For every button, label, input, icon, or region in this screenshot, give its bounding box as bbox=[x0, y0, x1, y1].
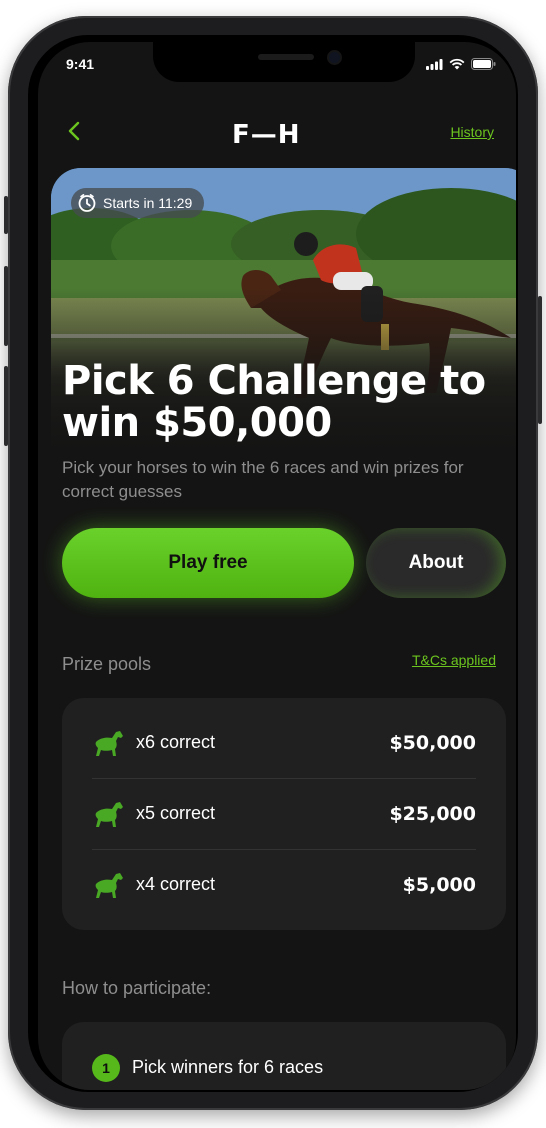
horse-icon bbox=[95, 872, 123, 898]
prize-pools-card: x6 correct $50,000 x5 correct $25,000 x4… bbox=[62, 698, 506, 930]
prize-row-label: x5 correct bbox=[136, 803, 216, 823]
prize-row: x4 correct $5,000 bbox=[92, 849, 476, 920]
battery-icon bbox=[471, 58, 496, 70]
status-time: 9:41 bbox=[66, 56, 95, 72]
screen: 9:41 F—H History Starts in 11:29 Pick 6 … bbox=[38, 42, 516, 1090]
side-button-volume-up bbox=[4, 266, 8, 346]
history-link[interactable]: History bbox=[450, 124, 494, 140]
starts-in-label: Starts in 11:29 bbox=[103, 195, 193, 211]
back-chevron-icon bbox=[68, 121, 80, 141]
prize-pools-title: Prize pools bbox=[62, 654, 152, 674]
about-button[interactable]: About bbox=[366, 528, 506, 598]
clock-icon bbox=[78, 194, 96, 212]
prize-row-amount: $25,000 bbox=[389, 802, 476, 825]
prize-row: x5 correct $25,000 bbox=[92, 778, 476, 849]
status-icons bbox=[426, 58, 496, 70]
phone-frame: 9:41 F—H History Starts in 11:29 Pick 6 … bbox=[4, 16, 542, 1110]
speaker bbox=[258, 54, 314, 60]
starts-in-chip: Starts in 11:29 bbox=[71, 188, 205, 218]
top-nav: F—H History bbox=[38, 114, 516, 154]
step-text: Pick winners for 6 races bbox=[132, 1057, 324, 1077]
wifi-icon bbox=[449, 58, 465, 70]
front-camera bbox=[329, 52, 340, 63]
signal-icon bbox=[426, 58, 443, 70]
challenge-headline: Pick 6 Challenge to win $50,000 bbox=[62, 358, 486, 446]
side-button-power bbox=[538, 296, 542, 424]
how-to-title: How to participate: bbox=[62, 978, 212, 998]
tcs-link[interactable]: T&Cs applied bbox=[412, 652, 496, 668]
bezel: 9:41 F—H History Starts in 11:29 Pick 6 … bbox=[28, 35, 518, 1092]
play-free-button[interactable]: Play free bbox=[62, 528, 354, 598]
brand-logo: F—H bbox=[232, 120, 301, 150]
prize-row: x6 correct $50,000 bbox=[92, 707, 476, 778]
side-button-volume-down bbox=[4, 366, 8, 446]
horse-icon bbox=[95, 801, 123, 827]
step-number-badge: 1 bbox=[92, 1054, 120, 1082]
back-button[interactable] bbox=[62, 118, 88, 144]
horse-icon bbox=[95, 730, 123, 756]
prize-row-label: x4 correct bbox=[136, 874, 216, 894]
challenge-subtitle: Pick your horses to win the 6 races and … bbox=[62, 458, 464, 501]
how-to-card: 1 Pick winners for 6 races bbox=[62, 1022, 506, 1090]
prize-row-label: x6 correct bbox=[136, 732, 216, 752]
prize-row-amount: $5,000 bbox=[402, 873, 476, 896]
side-button-silent bbox=[4, 196, 8, 234]
prize-row-amount: $50,000 bbox=[389, 731, 476, 754]
notch bbox=[153, 42, 415, 82]
